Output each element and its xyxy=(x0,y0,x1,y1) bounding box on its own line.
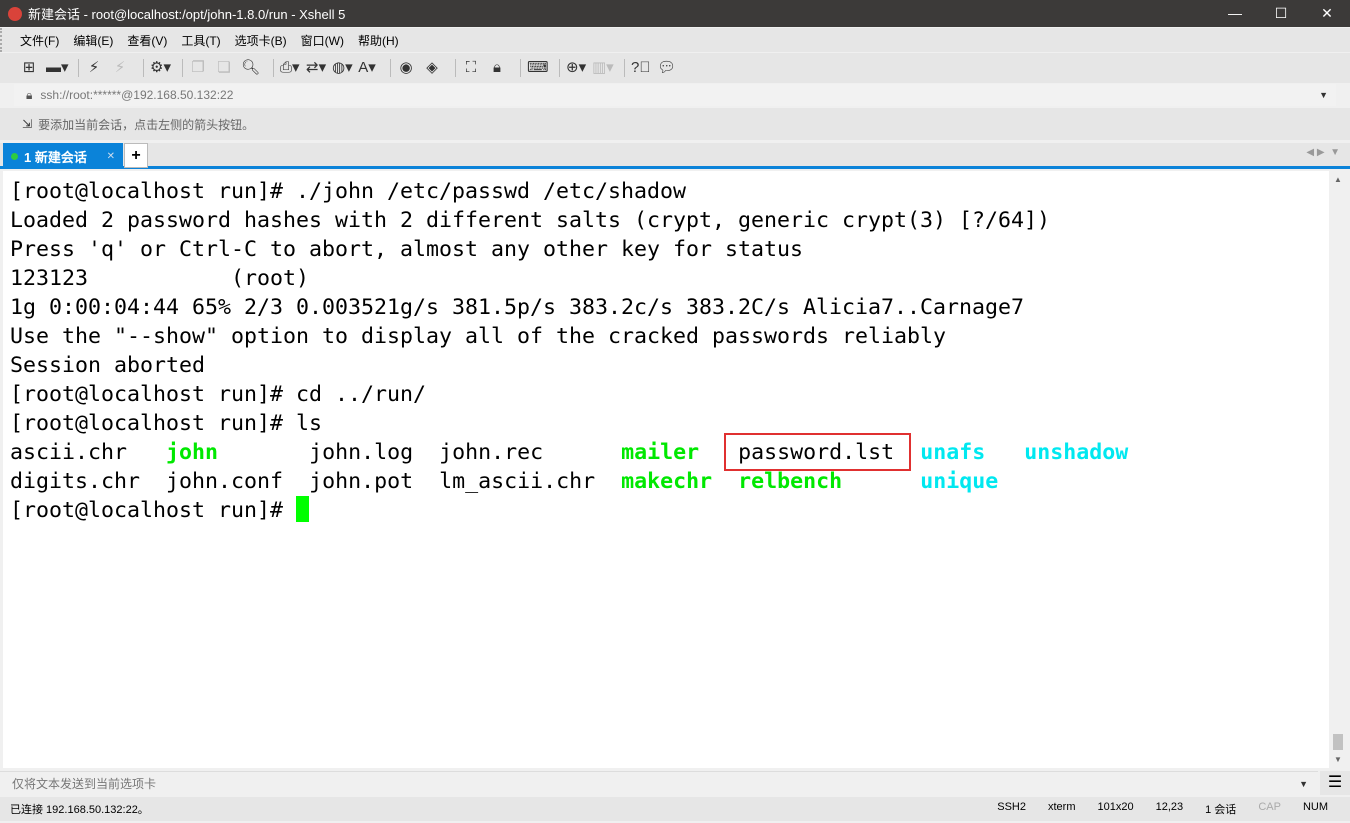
send-text-bar[interactable]: 仅将文本发送到当前选项卡 ▼ xyxy=(0,771,1318,795)
session-count: 1 会话 xyxy=(1205,804,1237,816)
ls-entry: unshadow xyxy=(1024,440,1129,465)
ls-entry: lm_ascii.chr xyxy=(439,469,596,494)
xshell-icon[interactable]: ◉ xyxy=(397,59,415,77)
protocol-status: SSH2 xyxy=(997,801,1026,813)
scroll-up-icon[interactable]: ▲ xyxy=(1334,175,1342,184)
ls-entry: unafs xyxy=(920,440,986,465)
ls-output-row: digits.chr john.conf john.pot lm_ascii.c… xyxy=(10,469,998,494)
chat-icon[interactable]: 💬︎ xyxy=(657,59,676,77)
cursor-position: 12,23 xyxy=(1155,801,1184,813)
ls-entry: mailer xyxy=(621,440,700,465)
vertical-scrollbar[interactable]: ▲ ▼ xyxy=(1329,171,1347,768)
ls-entry: ascii.chr xyxy=(10,440,128,465)
title-bar: 新建会话 - root@localhost:/opt/john-1.8.0/ru… xyxy=(0,0,1350,27)
toolbar: ⊞ ▬▾ ⚡ ⚡ ⚙▾ ❐ ❏ 🔍︎ ⎙▾ ⇄▾ ◍▾ A▾ ◉ ◈ ⛶ 🔒︎ … xyxy=(0,53,1350,83)
menu-window[interactable]: 窗口(W) xyxy=(301,32,344,49)
arrow-icon[interactable]: ⇲ xyxy=(22,117,32,131)
tab-label: 1 新建会话 xyxy=(24,149,87,165)
new-tab-icon[interactable]: ⊕▾ xyxy=(566,59,586,77)
minimize-button[interactable]: — xyxy=(1212,0,1258,27)
hint-text: 要添加当前会话，点击左侧的箭头按钮。 xyxy=(38,117,255,132)
chevron-down-icon[interactable]: ▼ xyxy=(1299,779,1308,789)
ls-entry: john.rec xyxy=(439,440,544,465)
find-icon[interactable]: 🔍︎ xyxy=(241,59,260,77)
menu-help[interactable]: 帮助(H) xyxy=(358,32,399,49)
properties-icon[interactable]: ⚙▾ xyxy=(150,59,171,77)
tab-session-1[interactable]: 1 新建会话 ✕ xyxy=(3,143,123,169)
hamburger-menu-icon[interactable]: ☰ xyxy=(1320,771,1350,795)
ls-entry: john.pot xyxy=(309,469,414,494)
lock-icon: 🔒︎ xyxy=(26,87,33,102)
send-text-placeholder: 仅将文本发送到当前选项卡 xyxy=(12,777,157,791)
ls-entry: makechr xyxy=(621,469,713,494)
window-title: 新建会话 - root@localhost:/opt/john-1.8.0/ru… xyxy=(28,7,346,22)
ls-output-row: ascii.chr john john.log john.rec mailer … xyxy=(10,440,1128,465)
address-value: ssh://root:******@192.168.50.132:22 xyxy=(40,88,234,102)
scroll-thumb[interactable] xyxy=(1333,734,1343,750)
paste-icon[interactable]: ❏ xyxy=(215,59,233,77)
disconnect-icon[interactable]: ⚡ xyxy=(111,59,129,77)
tab-nav-arrows[interactable]: ◀ ▶ ▼ xyxy=(1306,147,1340,158)
connected-status-icon xyxy=(11,152,18,160)
caps-indicator: CAP xyxy=(1258,801,1281,813)
new-tab-button[interactable]: + xyxy=(124,143,148,168)
menu-tab[interactable]: 选项卡(B) xyxy=(235,32,287,49)
chevron-down-icon[interactable]: ▼ xyxy=(1319,90,1328,100)
ls-entry: unique xyxy=(920,469,999,494)
scroll-down-icon[interactable]: ▼ xyxy=(1334,755,1342,764)
ls-entry: digits.chr xyxy=(10,469,141,494)
connection-status: 已连接 192.168.50.132:22。 xyxy=(10,804,149,816)
menu-tools[interactable]: 工具(T) xyxy=(181,32,220,49)
xftp-icon[interactable]: ◈ xyxy=(423,59,441,77)
xshell-logo-icon xyxy=(8,6,22,21)
font-icon[interactable]: A▾ xyxy=(358,59,376,77)
menu-view[interactable]: 查看(V) xyxy=(127,32,167,49)
session-hint-bar: ⇲ 要添加当前会话，点击左侧的箭头按钮。 xyxy=(0,108,1350,140)
status-bar: 已连接 192.168.50.132:22。 SSH2 xterm 101x20… xyxy=(0,797,1350,821)
maximize-button[interactable]: ☐ xyxy=(1258,0,1304,27)
close-button[interactable]: ✕ xyxy=(1304,0,1350,27)
terminal-type: xterm xyxy=(1048,801,1076,813)
keyboard-icon[interactable]: ⌨ xyxy=(527,59,549,77)
tab-bar: 1 新建会话 ✕ + ◀ ▶ ▼ xyxy=(0,143,1350,169)
terminal-line: 1g 0:00:04:44 65% 2/3 0.003521g/s 381.5p… xyxy=(10,295,1025,320)
terminal-line: Session aborted xyxy=(10,353,206,378)
copy-icon[interactable]: ❐ xyxy=(189,59,207,77)
menu-bar: 文件(F) 编辑(E) 查看(V) 工具(T) 选项卡(B) 窗口(W) 帮助(… xyxy=(0,28,1350,52)
ls-entry: john xyxy=(166,440,219,465)
num-indicator: NUM xyxy=(1302,801,1328,813)
menu-file[interactable]: 文件(F) xyxy=(20,32,59,49)
terminal-cursor xyxy=(296,496,310,522)
help-icon[interactable]: ?⃝ xyxy=(631,59,651,77)
terminal-line: Press 'q' or Ctrl-C to abort, almost any… xyxy=(10,237,804,262)
terminal-line: [root@localhost run]# ls xyxy=(10,411,323,436)
close-tab-icon[interactable]: ✕ xyxy=(107,151,115,162)
terminal-line: Loaded 2 password hashes with 2 differen… xyxy=(10,208,1051,233)
transfer-icon[interactable]: ⇄▾ xyxy=(306,59,326,77)
lock-icon[interactable]: 🔒︎ xyxy=(488,59,506,77)
layout-icon[interactable]: ▥▾ xyxy=(592,59,614,77)
terminal-line: [root@localhost run]# ./john /etc/passwd… xyxy=(10,179,687,204)
highlight-box xyxy=(724,433,911,471)
terminal-line: 123123 (root) xyxy=(10,266,310,291)
connect-icon[interactable]: ⚡ xyxy=(85,59,103,77)
new-session-icon[interactable]: ⊞ xyxy=(20,59,38,77)
address-bar[interactable]: 🔒︎ ssh://root:******@192.168.50.132:22 ▼ xyxy=(14,84,1336,106)
fullscreen-icon[interactable]: ⛶ xyxy=(462,59,480,77)
terminal-size: 101x20 xyxy=(1097,801,1134,813)
ls-entry: john.log xyxy=(309,440,414,465)
terminal[interactable]: [root@localhost run]# ./john /etc/passwd… xyxy=(3,171,1329,768)
open-folder-icon[interactable]: ▬▾ xyxy=(46,59,69,77)
terminal-line: Use the "--show" option to display all o… xyxy=(10,324,947,349)
globe-icon[interactable]: ◍▾ xyxy=(332,59,353,77)
terminal-prompt: [root@localhost run]# xyxy=(10,498,297,523)
terminal-line: [root@localhost run]# cd ../run/ xyxy=(10,382,427,407)
ls-entry: john.conf xyxy=(166,469,284,494)
menu-edit[interactable]: 编辑(E) xyxy=(73,32,113,49)
ls-entry: relbench xyxy=(738,469,843,494)
print-icon[interactable]: ⎙▾ xyxy=(280,59,300,77)
